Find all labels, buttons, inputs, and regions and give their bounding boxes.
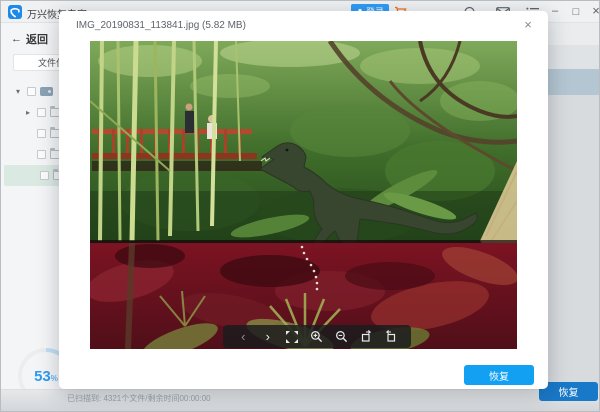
maximize-button[interactable]: □ <box>569 5 583 19</box>
preview-filename: IMG_20190831_113841.jpg (5.82 MB) <box>76 20 246 31</box>
preview-image: ‹ › <box>90 41 517 349</box>
close-window-button[interactable]: × <box>589 4 600 18</box>
fullscreen-icon <box>286 331 298 343</box>
back-button[interactable]: ← 返回 <box>11 31 48 47</box>
caret-right-icon[interactable]: ▸ <box>23 108 33 117</box>
checkbox[interactable] <box>40 171 49 180</box>
minimize-icon: – <box>552 4 558 18</box>
viewer-toolbar: ‹ › <box>223 325 411 348</box>
caret-down-icon[interactable]: ▾ <box>13 87 23 96</box>
zoom-in-button[interactable] <box>309 329 325 345</box>
scan-status-text: 已扫描到: 4321个文件/剩余时间00:00:00 <box>67 393 211 404</box>
progress-unit: % <box>51 374 58 383</box>
zoom-in-icon <box>310 330 323 343</box>
back-label: 返回 <box>26 31 48 47</box>
rotate-left-button[interactable] <box>383 329 399 345</box>
progress-percent: 53 <box>34 368 51 385</box>
next-image-button[interactable]: › <box>260 329 276 345</box>
fullscreen-button[interactable] <box>284 329 300 345</box>
rotate-left-icon <box>384 330 397 343</box>
status-bar: 已扫描到: 4321个文件/剩余时间00:00:00 <box>1 389 600 412</box>
modal-close-button[interactable]: × <box>520 16 536 32</box>
prev-icon: ‹ <box>241 329 245 345</box>
wondershare-logo-icon <box>8 5 22 19</box>
checkbox[interactable] <box>37 108 46 117</box>
preview-modal: IMG_20190831_113841.jpg (5.82 MB) × <box>59 11 548 389</box>
app-window: 万兴恢复专家 登录 – □ × ← 返回 文件位置 <box>0 0 600 412</box>
checkbox[interactable] <box>27 87 36 96</box>
rotate-right-icon <box>360 330 373 343</box>
zoom-out-button[interactable] <box>334 329 350 345</box>
recover-button-modal[interactable]: 恢复 <box>464 365 534 385</box>
maximize-icon: □ <box>573 5 580 19</box>
checkbox[interactable] <box>37 150 46 159</box>
back-arrow-icon: ← <box>11 33 22 45</box>
drive-icon <box>40 87 53 96</box>
zoom-out-icon <box>335 330 348 343</box>
prev-image-button[interactable]: ‹ <box>235 329 251 345</box>
close-icon: × <box>592 4 600 18</box>
minimize-button[interactable]: – <box>548 4 562 18</box>
rotate-right-button[interactable] <box>358 329 374 345</box>
next-icon: › <box>266 329 270 345</box>
close-icon: × <box>524 17 532 32</box>
checkbox[interactable] <box>37 129 46 138</box>
